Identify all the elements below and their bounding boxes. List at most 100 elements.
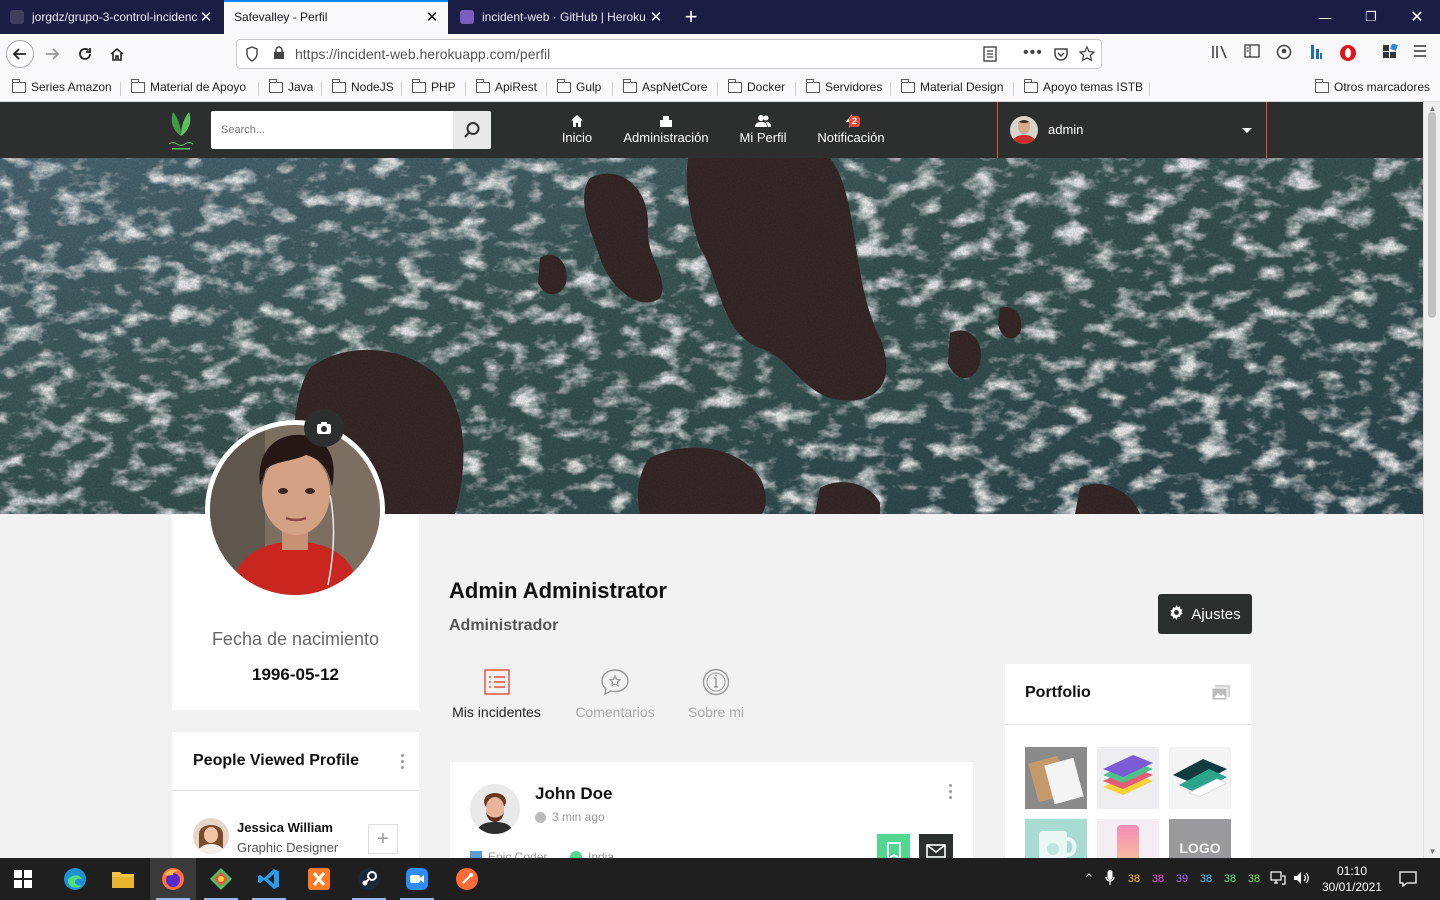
gallery-icon[interactable] xyxy=(1211,684,1231,707)
vscode-app[interactable] xyxy=(246,858,292,900)
nav-administracion[interactable]: Administración xyxy=(616,112,716,145)
tray-temp-4[interactable]: 38 xyxy=(1194,873,1218,885)
address-bar[interactable]: https://incident-web.herokuapp.com/perfi… xyxy=(236,39,1102,69)
hamburger-menu-icon[interactable] xyxy=(1409,44,1431,61)
firefox-app[interactable] xyxy=(150,858,196,900)
portfolio-item-5[interactable] xyxy=(1097,819,1159,858)
tray-temp-2[interactable]: 38 xyxy=(1146,873,1170,885)
forward-button[interactable] xyxy=(38,40,66,68)
nav-notificacion[interactable]: 2 Notificación xyxy=(812,112,890,145)
extensions-icon[interactable] xyxy=(1379,43,1401,64)
bookmark-folder[interactable]: Java xyxy=(268,78,313,94)
browser-tab-bar: jorgdz/grupo-3-control-incidencias ✕ Saf… xyxy=(0,0,1440,34)
bookmark-button[interactable] xyxy=(877,834,910,858)
xampp-app[interactable] xyxy=(296,858,342,900)
file-explorer-app[interactable] xyxy=(100,858,146,900)
bookmark-folder[interactable]: Servidores xyxy=(805,78,882,94)
profile-photo[interactable] xyxy=(205,420,385,600)
browser-tab-github[interactable]: jorgdz/grupo-3-control-incidencias ✕ xyxy=(0,0,222,34)
close-tab-icon[interactable]: ✕ xyxy=(648,8,664,26)
home-button[interactable] xyxy=(103,40,131,68)
change-photo-button[interactable] xyxy=(304,409,344,447)
show-hidden-icons-icon[interactable]: ⌃ xyxy=(1080,871,1098,887)
system-clock[interactable]: 01:10 30/01/2021 xyxy=(1316,863,1388,895)
postman-app[interactable] xyxy=(444,858,490,900)
volume-icon[interactable] xyxy=(1290,871,1314,888)
restore-window-icon[interactable]: ❐ xyxy=(1348,0,1394,34)
portfolio-item-4[interactable] xyxy=(1025,819,1087,858)
zoom-app[interactable] xyxy=(394,858,440,900)
search-input[interactable] xyxy=(211,111,453,149)
more-options-icon[interactable] xyxy=(401,754,405,772)
new-tab-button[interactable]: + xyxy=(676,0,706,34)
nav-mi-perfil[interactable]: Mi Perfil xyxy=(733,112,793,145)
settings-button[interactable]: Ajustes xyxy=(1158,594,1252,634)
edge-app[interactable] xyxy=(52,858,98,900)
portfolio-item-6[interactable]: LOGO xyxy=(1169,819,1231,858)
close-window-icon[interactable]: ✕ xyxy=(1394,0,1440,34)
network-icon[interactable] xyxy=(1266,870,1290,888)
close-tab-icon[interactable]: ✕ xyxy=(424,8,440,26)
library-icon[interactable] xyxy=(1209,44,1231,64)
tray-temp-6[interactable]: 38 xyxy=(1242,873,1266,885)
page-scrollbar[interactable]: ▲ ▼ xyxy=(1423,102,1440,858)
portfolio-item-1[interactable] xyxy=(1025,747,1087,809)
start-button[interactable] xyxy=(0,858,46,900)
site-logo[interactable] xyxy=(164,108,198,152)
bookmark-folder[interactable]: Series Amazon xyxy=(11,78,112,94)
bookmark-folder[interactable]: ApiRest xyxy=(475,78,537,94)
account-icon[interactable] xyxy=(1273,44,1295,64)
post-author-name[interactable]: John Doe xyxy=(535,784,612,804)
add-person-button[interactable]: + xyxy=(368,824,398,854)
extension-1-icon[interactable] xyxy=(1305,44,1327,64)
bookmark-folder[interactable]: Gulp xyxy=(556,78,601,94)
bookmark-folder[interactable]: AspNetCore xyxy=(622,78,707,94)
url-text[interactable]: https://incident-web.herokuapp.com/perfi… xyxy=(295,46,550,62)
more-actions-icon[interactable]: ••• xyxy=(1023,44,1043,62)
bookmark-folder[interactable]: Material Design xyxy=(900,78,1003,94)
sidebar-icon[interactable] xyxy=(1241,44,1263,62)
chevron-down-icon[interactable] xyxy=(1242,128,1252,133)
reload-button[interactable] xyxy=(71,40,99,68)
person-avatar[interactable] xyxy=(193,818,229,854)
portfolio-item-3[interactable] xyxy=(1169,747,1231,809)
close-tab-icon[interactable]: ✕ xyxy=(198,8,214,26)
message-button[interactable] xyxy=(919,834,953,858)
microphone-icon[interactable] xyxy=(1098,869,1122,889)
notifications-button[interactable] xyxy=(1386,858,1430,900)
tab-comentarios[interactable]: Comentarios xyxy=(568,666,662,720)
user-menu[interactable]: admin xyxy=(997,102,1267,158)
opera-extension-icon[interactable] xyxy=(1337,44,1359,66)
lock-icon[interactable] xyxy=(273,46,285,63)
person-name[interactable]: Jessica William xyxy=(237,820,333,835)
other-bookmarks-folder[interactable]: Otros marcadores xyxy=(1314,78,1430,94)
tab-mis-incidentes[interactable]: Mis incidentes xyxy=(445,666,548,720)
post-more-options-icon[interactable] xyxy=(949,784,953,802)
pocket-icon[interactable] xyxy=(1053,46,1069,65)
back-button[interactable] xyxy=(6,40,34,68)
browser-tab-safevalley[interactable]: Safevalley - Perfil ✕ xyxy=(224,0,448,34)
tray-temp-5[interactable]: 38 xyxy=(1218,873,1242,885)
tab-title: Safevalley - Perfil xyxy=(234,10,328,24)
bookmark-folder[interactable]: NodeJS xyxy=(331,78,394,94)
gitkraken-app[interactable] xyxy=(198,858,244,900)
steam-app[interactable] xyxy=(346,858,392,900)
bookmark-folder[interactable]: PHP xyxy=(411,78,456,94)
scroll-down-icon[interactable]: ▼ xyxy=(1424,847,1440,856)
bookmark-star-icon[interactable] xyxy=(1078,45,1096,65)
minimize-window-icon[interactable]: — xyxy=(1302,0,1348,34)
tray-temp-1[interactable]: 38 xyxy=(1122,873,1146,885)
shield-icon[interactable] xyxy=(245,46,259,65)
search-button[interactable] xyxy=(453,111,491,149)
portfolio-item-2[interactable] xyxy=(1097,747,1159,809)
bookmark-folder[interactable]: Apoyo temas ISTB xyxy=(1023,78,1143,94)
reader-view-icon[interactable] xyxy=(983,46,997,65)
bookmark-folder[interactable]: Docker xyxy=(727,78,785,94)
tab-sobre-mi[interactable]: Sobre mi xyxy=(682,666,750,720)
tray-temp-3[interactable]: 39 xyxy=(1170,873,1194,885)
scroll-thumb[interactable] xyxy=(1428,112,1436,318)
post-author-avatar[interactable] xyxy=(470,784,520,834)
bookmark-folder[interactable]: Material de Apoyo xyxy=(130,78,246,94)
browser-tab-heroku[interactable]: incident-web · GitHub | Heroku ✕ xyxy=(450,0,672,34)
nav-inicio[interactable]: Inicio xyxy=(553,112,601,145)
